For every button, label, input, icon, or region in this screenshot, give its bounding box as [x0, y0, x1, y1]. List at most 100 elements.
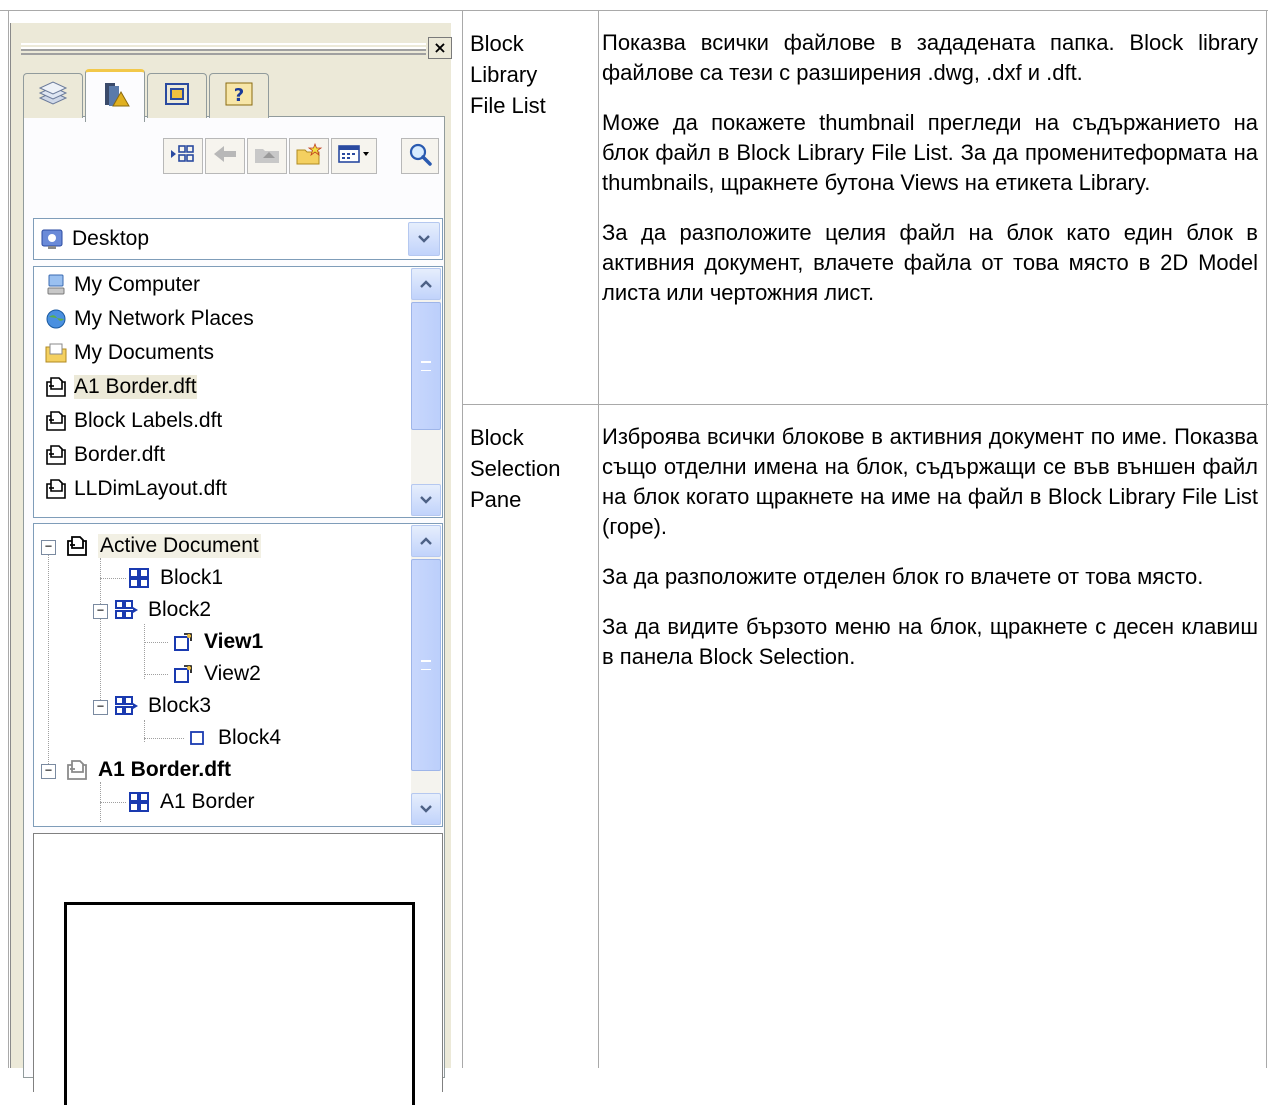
tree-item[interactable]: A1 Border — [126, 787, 255, 817]
tree-scrollbar[interactable] — [411, 525, 441, 825]
block-preview-pane — [33, 833, 443, 1105]
tree-item-label: Block2 — [148, 598, 212, 621]
collapse-toggle[interactable]: − — [41, 764, 56, 779]
scroll-up-button[interactable] — [411, 525, 441, 557]
close-panel-button[interactable]: × — [428, 37, 452, 59]
tree-guide — [48, 546, 49, 778]
tree-item[interactable]: Active Document — [64, 531, 261, 561]
block-views-icon — [114, 598, 140, 622]
document-icon — [64, 758, 90, 782]
tab-properties[interactable]: ? — [209, 73, 269, 118]
list-item[interactable]: A1 Border.dft — [42, 371, 197, 403]
empty-block-icon — [184, 726, 210, 750]
dft-file-icon — [42, 442, 70, 468]
documents-icon — [42, 340, 70, 366]
file-list-scrollbar[interactable] — [411, 268, 441, 516]
desc-paragraph: За да разположите целия файл на блок кат… — [602, 220, 1258, 305]
tree-item[interactable]: Block4 — [184, 723, 281, 753]
term-block-library-file-list: Block Library File List — [470, 28, 594, 121]
tree-item[interactable]: View2 — [170, 659, 261, 689]
tab-library[interactable] — [85, 69, 145, 122]
scroll-up-button[interactable] — [411, 268, 441, 300]
collapse-toggle[interactable]: − — [93, 604, 108, 619]
scroll-down-button[interactable] — [411, 484, 441, 516]
dft-file-icon — [42, 408, 70, 434]
tree-item[interactable]: View1 — [170, 627, 263, 657]
chevron-down-icon — [420, 805, 432, 813]
tree-item[interactable]: A1 Border.dft — [64, 755, 231, 785]
tree-item-label: View1 — [204, 630, 264, 653]
scroll-down-button[interactable] — [411, 793, 441, 825]
tree-guide — [100, 578, 126, 579]
chevron-down-icon[interactable] — [408, 222, 440, 256]
chevron-down-icon — [420, 496, 432, 504]
tab-layers[interactable] — [23, 73, 83, 118]
back-icon — [211, 143, 239, 170]
view-menu-button[interactable] — [331, 138, 377, 174]
block-library-file-list[interactable]: My Computer My Network Places My Documen… — [33, 266, 443, 518]
chevron-up-icon — [420, 280, 432, 288]
list-item[interactable]: Block Labels.dft — [42, 405, 222, 437]
collapse-toggle[interactable]: − — [41, 540, 56, 555]
list-item-label: LLDimLayout.dft — [74, 477, 227, 500]
table-row-divider — [462, 404, 1268, 405]
tree-guide — [100, 802, 126, 803]
dft-file-icon — [42, 374, 70, 400]
desc-block-selection-pane: Изброява всички блокове в активния докум… — [602, 422, 1258, 692]
dft-file-icon — [42, 476, 70, 502]
views-button[interactable] — [163, 138, 203, 174]
tree-item-label: A1 Border — [160, 790, 255, 813]
search-button[interactable] — [401, 138, 439, 174]
up-folder-button[interactable] — [247, 138, 287, 174]
desc-paragraph: Показва всички файлове в зададената папк… — [602, 30, 1258, 85]
block-views-icon — [114, 694, 140, 718]
scroll-thumb[interactable] — [411, 559, 441, 771]
preview-thumbnail — [64, 902, 415, 1105]
list-item[interactable]: LLDimLayout.dft — [42, 473, 227, 505]
tab-view[interactable] — [147, 73, 207, 118]
new-folder-button[interactable] — [289, 138, 329, 174]
view-icon — [162, 80, 192, 113]
desc-paragraph: Изброява всички блокове в активния докум… — [602, 424, 1258, 539]
term-line: Block — [470, 425, 524, 450]
properties-icon: ? — [223, 79, 255, 114]
tree-item-label: View2 — [204, 662, 261, 685]
library-panel: × ? Desktop My Computer My Network Place… — [10, 23, 452, 1105]
list-item[interactable]: My Network Places — [42, 303, 254, 335]
document-icon — [64, 534, 90, 558]
list-item-label: My Computer — [74, 273, 201, 296]
list-item-label: Block Labels.dft — [74, 409, 223, 432]
view-icon — [170, 662, 196, 686]
tree-item-label: Block1 — [160, 566, 224, 589]
tree-item[interactable]: Block3 — [114, 691, 211, 721]
list-item[interactable]: My Computer — [42, 269, 200, 301]
layers-icon — [37, 80, 69, 113]
table-divider-left — [8, 10, 9, 1068]
list-item-label: My Documents — [74, 341, 215, 364]
table-divider-right — [1266, 10, 1267, 1068]
library-icon — [99, 80, 131, 115]
table-divider-term — [462, 10, 463, 1068]
list-item-label: My Network Places — [74, 307, 254, 330]
term-line: Block — [470, 31, 524, 56]
tree-item[interactable]: Block2 — [114, 595, 211, 625]
scroll-grip — [421, 660, 431, 670]
tree-item-label: Block4 — [218, 726, 282, 749]
term-block-selection-pane: Block Selection Pane — [470, 422, 594, 515]
list-item[interactable]: My Documents — [42, 337, 214, 369]
tree-item[interactable]: Block1 — [126, 563, 223, 593]
location-dropdown[interactable]: Desktop — [33, 218, 443, 260]
term-line: File List — [470, 93, 546, 118]
scroll-thumb[interactable] — [411, 302, 441, 430]
term-line: Selection — [470, 456, 561, 481]
computer-icon — [42, 272, 70, 298]
back-button[interactable] — [205, 138, 245, 174]
views-icon — [169, 143, 197, 170]
list-item[interactable]: Border.dft — [42, 439, 165, 471]
network-icon — [42, 306, 70, 332]
panel-drag-grip[interactable] — [21, 43, 426, 55]
tree-guide — [144, 624, 145, 679]
block-selection-pane[interactable]: − − − − Active Document Block1 Block2 Vi… — [33, 523, 443, 827]
scroll-grip — [421, 361, 431, 371]
collapse-toggle[interactable]: − — [93, 700, 108, 715]
